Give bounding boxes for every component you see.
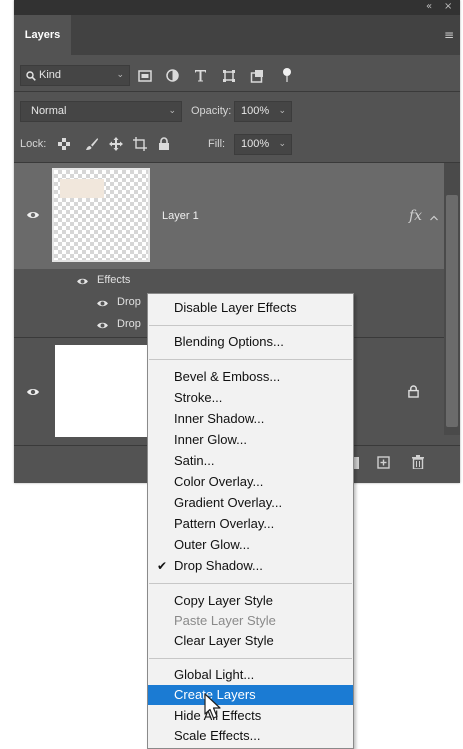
kind-filter-label: Kind <box>39 69 62 81</box>
menu-item-paste-layer-style: Paste Layer Style <box>174 613 276 628</box>
blend-mode-select[interactable]: Normal ⌄ <box>20 101 182 122</box>
chevron-down-icon: ⌄ <box>116 70 124 80</box>
layer-thumbnail <box>52 168 150 262</box>
menu-separator <box>149 325 352 326</box>
lock-position-icon[interactable] <box>109 137 123 151</box>
scrollbar-thumb[interactable] <box>446 195 458 427</box>
layer-name[interactable]: Layer 1 <box>162 210 199 222</box>
menu-item-satin[interactable]: Satin... <box>148 451 353 471</box>
chevron-up-icon[interactable] <box>430 215 438 221</box>
layers-scrollbar[interactable] <box>444 163 460 435</box>
chevron-down-icon: ⌄ <box>278 139 286 149</box>
image-filter-icon[interactable] <box>138 70 152 82</box>
checkmark-icon: ✔ <box>157 559 168 573</box>
divider <box>14 91 460 92</box>
effect-item-drop-shadow[interactable]: Drop <box>117 318 141 330</box>
menu-item-scale-effects[interactable]: Scale Effects... <box>148 726 353 746</box>
layer-lock-icon[interactable] <box>408 385 419 398</box>
search-icon <box>26 71 36 81</box>
effect-visibility-eye-icon[interactable] <box>96 321 109 330</box>
opacity-value: 100% <box>241 105 270 117</box>
panel-tab-bar: Layers ≡ <box>14 15 460 55</box>
menu-item-inner-glow[interactable]: Inner Glow... <box>148 430 353 450</box>
effect-visibility-eye-icon[interactable] <box>96 299 109 308</box>
menu-item-blending-options[interactable]: Blending Options... <box>148 332 353 352</box>
menu-item-color-overlay[interactable]: Color Overlay... <box>148 472 353 492</box>
chevron-down-icon: ⌄ <box>278 106 286 116</box>
thumbnail-shape <box>60 179 104 198</box>
shape-filter-icon[interactable] <box>222 69 236 83</box>
effects-visibility-eye-icon[interactable] <box>76 277 89 286</box>
menu-separator <box>149 359 352 360</box>
menu-item-disable-layer-effects[interactable]: Disable Layer Effects <box>148 298 353 318</box>
menu-item-global-light[interactable]: Global Light... <box>148 665 353 685</box>
visibility-eye-icon[interactable] <box>26 210 40 220</box>
layer-style-context-menu: Disable Layer Effects Blending Options..… <box>147 293 354 749</box>
fill-input[interactable]: 100% ⌄ <box>234 134 292 155</box>
menu-separator <box>149 658 352 659</box>
layer-row-layer-1[interactable]: Layer 1 fx <box>14 163 444 269</box>
opacity-input[interactable]: 100% ⌄ <box>234 101 292 122</box>
lock-image-pixels-icon[interactable] <box>85 137 99 151</box>
effects-label: Effects <box>97 274 131 286</box>
close-icon[interactable]: × <box>444 1 452 12</box>
kind-filter-select[interactable]: Kind ⌄ <box>20 65 130 86</box>
type-filter-icon[interactable] <box>194 69 207 82</box>
menu-item-create-layers[interactable]: Create Layers <box>148 685 353 705</box>
menu-item-hide-all-effects[interactable]: Hide All Effects <box>148 706 353 726</box>
lock-transparent-pixels-icon[interactable] <box>58 138 70 150</box>
menu-item-gradient-overlay[interactable]: Gradient Overlay... <box>148 493 353 513</box>
menu-item-copy-layer-style[interactable]: Copy Layer Style <box>148 591 353 611</box>
new-group-icon[interactable] <box>354 457 360 469</box>
effect-item-drop-shadow[interactable]: Drop <box>117 296 141 308</box>
layer-thumbnail <box>55 345 147 437</box>
trash-icon[interactable] <box>412 455 424 469</box>
fill-label: Fill: <box>208 138 226 150</box>
lock-label: Lock: <box>20 138 47 150</box>
menu-item-bevel-emboss[interactable]: Bevel & Emboss... <box>148 367 353 387</box>
menu-item-inner-shadow[interactable]: Inner Shadow... <box>148 409 353 429</box>
menu-separator <box>149 583 352 584</box>
menu-item-stroke[interactable]: Stroke... <box>148 388 353 408</box>
toggle-filter-icon[interactable] <box>282 67 292 83</box>
menu-item-outer-glow[interactable]: Outer Glow... <box>148 535 353 555</box>
new-layer-icon[interactable] <box>377 456 390 469</box>
smart-object-filter-icon[interactable] <box>250 69 264 83</box>
visibility-eye-icon[interactable] <box>26 387 40 397</box>
lock-row: Lock: Fill: 100% ⌄ <box>14 129 460 161</box>
fill-value: 100% <box>241 138 270 150</box>
menu-item-clear-layer-style[interactable]: Clear Layer Style <box>148 631 353 651</box>
fx-icon[interactable]: fx <box>409 208 422 224</box>
lock-all-icon[interactable] <box>158 137 170 151</box>
panel-menu-icon[interactable]: ≡ <box>444 28 454 42</box>
blend-mode-value: Normal <box>31 105 67 117</box>
blend-row: Normal ⌄ Opacity: 100% ⌄ <box>14 96 460 128</box>
menu-item-pattern-overlay[interactable]: Pattern Overlay... <box>148 514 353 534</box>
collapse-icon[interactable]: « <box>426 1 432 12</box>
lock-artboard-icon[interactable] <box>133 137 147 151</box>
tab-layers[interactable]: Layers <box>14 15 71 55</box>
filter-row: Kind ⌄ <box>14 60 460 92</box>
opacity-label: Opacity: <box>191 105 232 117</box>
chevron-down-icon: ⌄ <box>168 106 176 116</box>
menu-item-drop-shadow[interactable]: ✔ Drop Shadow... <box>148 556 353 576</box>
panel-title-bar: « × <box>14 0 460 15</box>
mouse-pointer-icon <box>204 693 221 719</box>
adjustment-filter-icon[interactable] <box>166 69 179 82</box>
